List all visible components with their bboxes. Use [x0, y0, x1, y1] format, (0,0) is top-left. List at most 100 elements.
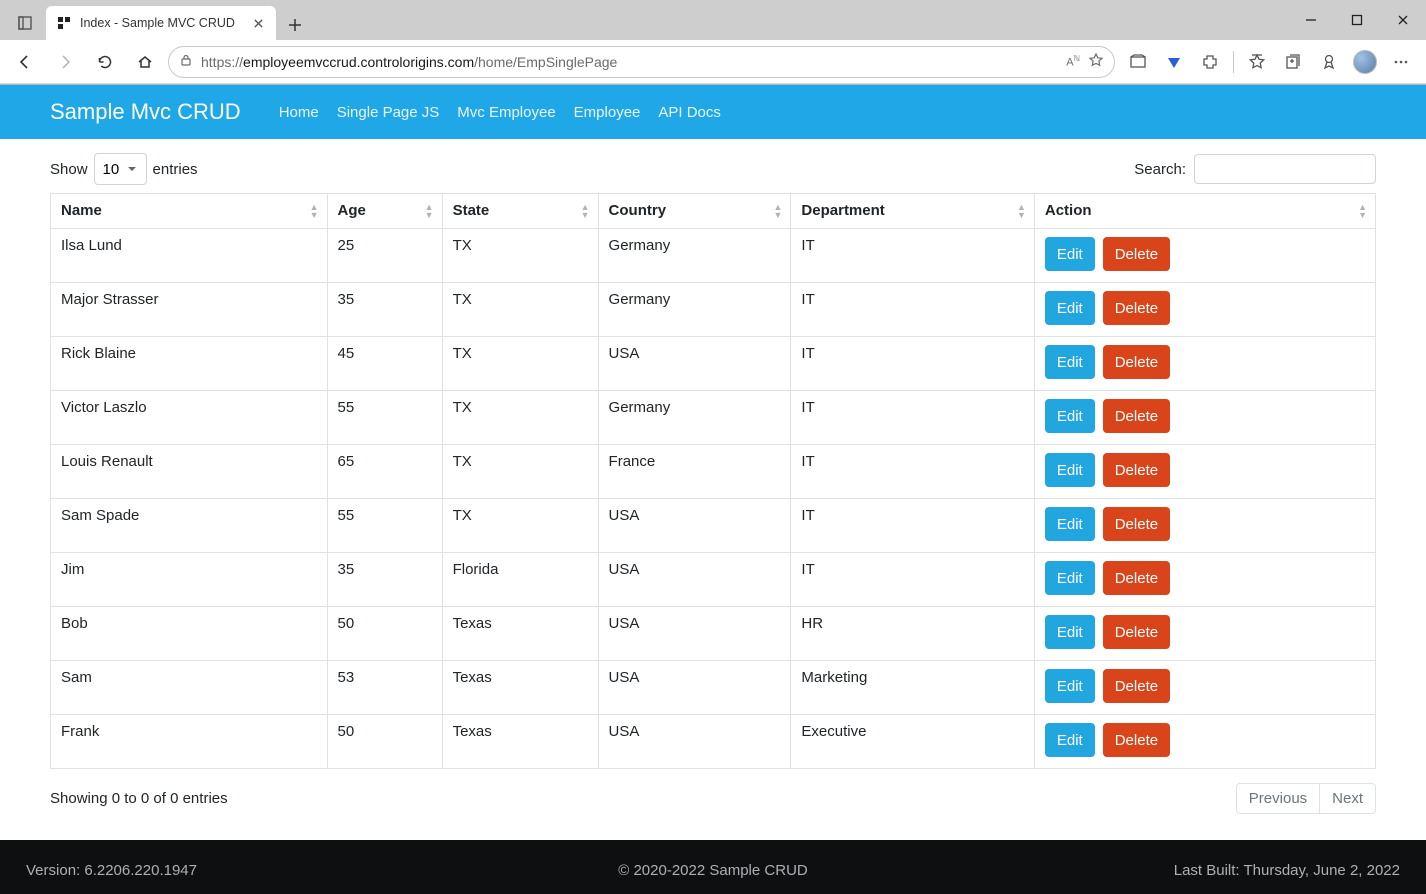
cell-name: Victor Laszlo — [51, 391, 328, 445]
cell-age: 53 — [327, 661, 442, 715]
col-age[interactable]: Age▲▼ — [327, 194, 442, 229]
edit-button[interactable]: Edit — [1045, 399, 1095, 433]
new-tab-button[interactable] — [280, 10, 310, 40]
table-row: Victor Laszlo55TXGermanyITEditDelete — [51, 391, 1376, 445]
minimize-button[interactable] — [1288, 0, 1334, 40]
table-row: Louis Renault65TXFranceITEditDelete — [51, 445, 1376, 499]
length-control: Show 10 entries — [50, 153, 198, 185]
cell-country: USA — [598, 337, 791, 391]
sort-icon: ▲▼ — [581, 203, 590, 219]
profile-avatar[interactable] — [1348, 45, 1382, 79]
search-label: Search: — [1134, 161, 1186, 178]
edit-button[interactable]: Edit — [1045, 723, 1095, 757]
cell-age: 65 — [327, 445, 442, 499]
col-department[interactable]: Department▲▼ — [791, 194, 1034, 229]
cell-state: TX — [442, 337, 598, 391]
delete-button[interactable]: Delete — [1103, 507, 1170, 541]
delete-button[interactable]: Delete — [1103, 615, 1170, 649]
close-tab-icon[interactable] — [250, 15, 266, 31]
forward-button[interactable] — [48, 45, 82, 79]
address-bar[interactable]: https://employeemvccrud.controlorigins.c… — [168, 46, 1115, 78]
cell-name: Frank — [51, 715, 328, 769]
rewards-icon[interactable] — [1312, 45, 1346, 79]
cell-department: IT — [791, 391, 1034, 445]
col-name[interactable]: Name▲▼ — [51, 194, 328, 229]
browser-chrome: Index - Sample MVC CRUD https://employee… — [0, 0, 1426, 85]
search-control: Search: — [1134, 154, 1376, 184]
browser-tab[interactable]: Index - Sample MVC CRUD — [46, 6, 276, 40]
tab-actions-icon[interactable] — [8, 6, 42, 40]
delete-button[interactable]: Delete — [1103, 561, 1170, 595]
cell-name: Bob — [51, 607, 328, 661]
col-action[interactable]: Action▲▼ — [1034, 194, 1375, 229]
delete-button[interactable]: Delete — [1103, 723, 1170, 757]
cell-age: 35 — [327, 553, 442, 607]
nav-link-mvc-employee[interactable]: Mvc Employee — [457, 104, 555, 121]
window-controls — [1288, 0, 1426, 40]
edit-button[interactable]: Edit — [1045, 345, 1095, 379]
delete-button[interactable]: Delete — [1103, 345, 1170, 379]
cell-country: USA — [598, 607, 791, 661]
nav-link-employee[interactable]: Employee — [574, 104, 641, 121]
extension1-icon[interactable] — [1157, 45, 1191, 79]
more-menu-icon[interactable] — [1384, 45, 1418, 79]
delete-button[interactable]: Delete — [1103, 399, 1170, 433]
table-row: Sam Spade55TXUSAITEditDelete — [51, 499, 1376, 553]
col-country[interactable]: Country▲▼ — [598, 194, 791, 229]
cell-state: TX — [442, 283, 598, 337]
brand-title[interactable]: Sample Mvc CRUD — [50, 99, 241, 125]
lock-icon — [179, 53, 193, 70]
nav-link-home[interactable]: Home — [279, 104, 319, 121]
cell-action: EditDelete — [1034, 337, 1375, 391]
back-button[interactable] — [8, 45, 42, 79]
collections-icon[interactable] — [1276, 45, 1310, 79]
nav-link-single-page-js[interactable]: Single Page JS — [337, 104, 440, 121]
cell-action: EditDelete — [1034, 445, 1375, 499]
cell-department: IT — [791, 499, 1034, 553]
cell-department: IT — [791, 229, 1034, 283]
delete-button[interactable]: Delete — [1103, 453, 1170, 487]
delete-button[interactable]: Delete — [1103, 237, 1170, 271]
length-label-pre: Show — [50, 161, 88, 178]
edit-button[interactable]: Edit — [1045, 453, 1095, 487]
table-row: Ilsa Lund25TXGermanyITEditDelete — [51, 229, 1376, 283]
edit-button[interactable]: Edit — [1045, 615, 1095, 649]
cell-action: EditDelete — [1034, 391, 1375, 445]
screenshot-icon[interactable] — [1121, 45, 1155, 79]
cell-age: 50 — [327, 607, 442, 661]
refresh-button[interactable] — [88, 45, 122, 79]
edit-button[interactable]: Edit — [1045, 669, 1095, 703]
url-text: https://employeemvccrud.controlorigins.c… — [201, 54, 1058, 70]
favorites-bar-icon[interactable] — [1240, 45, 1274, 79]
close-window-button[interactable] — [1380, 0, 1426, 40]
browser-toolbar: https://employeemvccrud.controlorigins.c… — [0, 40, 1426, 84]
tab-strip: Index - Sample MVC CRUD — [0, 0, 1426, 40]
home-button[interactable] — [128, 45, 162, 79]
table-row: Frank50TexasUSAExecutiveEditDelete — [51, 715, 1376, 769]
search-input[interactable] — [1194, 154, 1376, 184]
cell-department: Executive — [791, 715, 1034, 769]
col-state[interactable]: State▲▼ — [442, 194, 598, 229]
next-page-button[interactable]: Next — [1320, 783, 1376, 814]
cell-action: EditDelete — [1034, 553, 1375, 607]
nav-link-api-docs[interactable]: API Docs — [658, 104, 721, 121]
cell-country: France — [598, 445, 791, 499]
page-viewport[interactable]: Sample Mvc CRUD Home Single Page JS Mvc Em… — [0, 85, 1426, 894]
length-select[interactable]: 10 — [94, 153, 147, 185]
maximize-button[interactable] — [1334, 0, 1380, 40]
extensions-icon[interactable] — [1193, 45, 1227, 79]
favorite-icon[interactable] — [1088, 52, 1104, 71]
reader-icon[interactable]: Aℕ — [1066, 54, 1080, 69]
sort-icon: ▲▼ — [774, 203, 783, 219]
edit-button[interactable]: Edit — [1045, 237, 1095, 271]
delete-button[interactable]: Delete — [1103, 291, 1170, 325]
prev-page-button[interactable]: Previous — [1236, 783, 1320, 814]
cell-action: EditDelete — [1034, 715, 1375, 769]
cell-department: IT — [791, 445, 1034, 499]
edit-button[interactable]: Edit — [1045, 561, 1095, 595]
edit-button[interactable]: Edit — [1045, 291, 1095, 325]
cell-action: EditDelete — [1034, 229, 1375, 283]
edit-button[interactable]: Edit — [1045, 507, 1095, 541]
cell-action: EditDelete — [1034, 283, 1375, 337]
delete-button[interactable]: Delete — [1103, 669, 1170, 703]
